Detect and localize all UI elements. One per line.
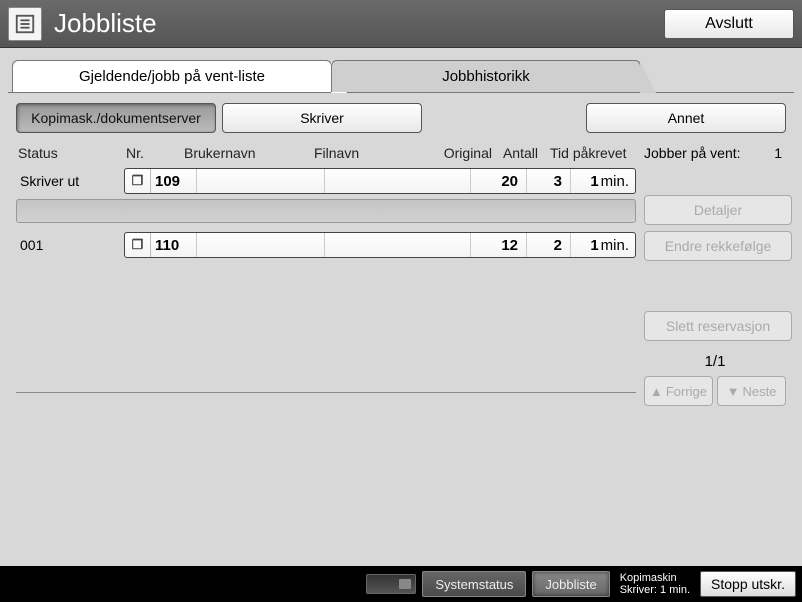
table-row: 001 ❐ 110 12 2 1min. xyxy=(16,231,636,259)
header-time: Tid påkrevet xyxy=(542,145,632,161)
panel-bottom-edge xyxy=(16,389,636,393)
pending-jobs-label: Jobber på vent: xyxy=(644,145,741,161)
job-table: Status Nr. Brukernavn Filnavn Original A… xyxy=(16,143,636,406)
header-nr: Nr. xyxy=(126,145,184,161)
joblist-footer-button[interactable]: Jobbliste xyxy=(532,571,609,597)
job-file xyxy=(325,233,471,257)
content-panel: Kopimask./dokumentserver Skriver Annet S… xyxy=(8,92,794,414)
job-original: 20 xyxy=(471,169,527,193)
reorder-button[interactable]: Endre rekkefølge xyxy=(644,231,792,261)
job-status-label: Skriver ut xyxy=(16,173,124,189)
job-nr: 110 xyxy=(151,233,197,257)
header-status: Status xyxy=(18,145,126,161)
job-user xyxy=(197,233,325,257)
delete-reservation-button[interactable]: Slett reservasjon xyxy=(644,311,792,341)
document-icon: ❐ xyxy=(125,233,151,257)
tab-label: Jobbhistorikk xyxy=(442,68,530,85)
job-original: 12 xyxy=(471,233,527,257)
job-nr: 109 xyxy=(151,169,197,193)
triangle-down-icon: ▼ xyxy=(727,384,740,399)
side-panel: Jobber på vent: 1 Detaljer Endre rekkefø… xyxy=(636,143,786,406)
job-row-button[interactable]: ❐ 110 12 2 1min. xyxy=(124,232,636,258)
document-icon: ❐ xyxy=(125,169,151,193)
triangle-up-icon: ▲ xyxy=(650,384,663,399)
footer-status-text: Kopimaskin Skriver: 1 min. xyxy=(616,572,694,596)
main-area: Gjeldende/jobb på vent-liste Jobbhistori… xyxy=(0,48,802,566)
table-row: Skriver ut ❐ 109 20 3 1min. xyxy=(16,167,636,195)
stop-print-button[interactable]: Stopp utskr. xyxy=(700,571,796,597)
details-button[interactable]: Detaljer xyxy=(644,195,792,225)
header-file: Filnavn xyxy=(314,145,422,161)
prev-page-button[interactable]: ▲Forrige xyxy=(644,376,713,406)
header-original: Original xyxy=(422,145,492,161)
job-row-button[interactable]: ❐ 109 20 3 1min. xyxy=(124,168,636,194)
page-title: Jobbliste xyxy=(54,8,652,39)
table-headers: Status Nr. Brukernavn Filnavn Original A… xyxy=(16,143,636,167)
filter-toolbar: Kopimask./dokumentserver Skriver Annet xyxy=(16,103,786,133)
job-file xyxy=(325,169,471,193)
footer-bar: Systemstatus Jobbliste Kopimaskin Skrive… xyxy=(0,566,802,602)
section-divider xyxy=(16,199,636,223)
tab-bar: Gjeldende/jobb på vent-liste Jobbhistori… xyxy=(0,48,802,92)
job-status-label: 001 xyxy=(16,237,124,253)
job-count: 2 xyxy=(527,233,571,257)
joblist-icon xyxy=(8,7,42,41)
page-indicator: 1/1 xyxy=(644,353,786,370)
tab-current-jobs[interactable]: Gjeldende/jobb på vent-liste xyxy=(12,60,332,92)
system-status-button[interactable]: Systemstatus xyxy=(422,571,526,597)
pending-jobs-count: 1 xyxy=(774,145,782,161)
title-bar: Jobbliste Avslutt xyxy=(0,0,802,48)
job-time: 1min. xyxy=(571,169,635,193)
job-time: 1min. xyxy=(571,233,635,257)
tab-job-history[interactable]: Jobbhistorikk xyxy=(331,60,641,92)
header-user: Brukernavn xyxy=(184,145,314,161)
exit-button[interactable]: Avslutt xyxy=(664,9,794,39)
job-user xyxy=(197,169,325,193)
job-count: 3 xyxy=(527,169,571,193)
filter-other-button[interactable]: Annet xyxy=(586,103,786,133)
filter-printer-button[interactable]: Skriver xyxy=(222,103,422,133)
header-count: Antall xyxy=(492,145,542,161)
toner-indicator-icon xyxy=(366,574,416,594)
next-page-button[interactable]: ▼Neste xyxy=(717,376,786,406)
filter-copier-button[interactable]: Kopimask./dokumentserver xyxy=(16,103,216,133)
tab-label: Gjeldende/jobb på vent-liste xyxy=(79,68,265,85)
